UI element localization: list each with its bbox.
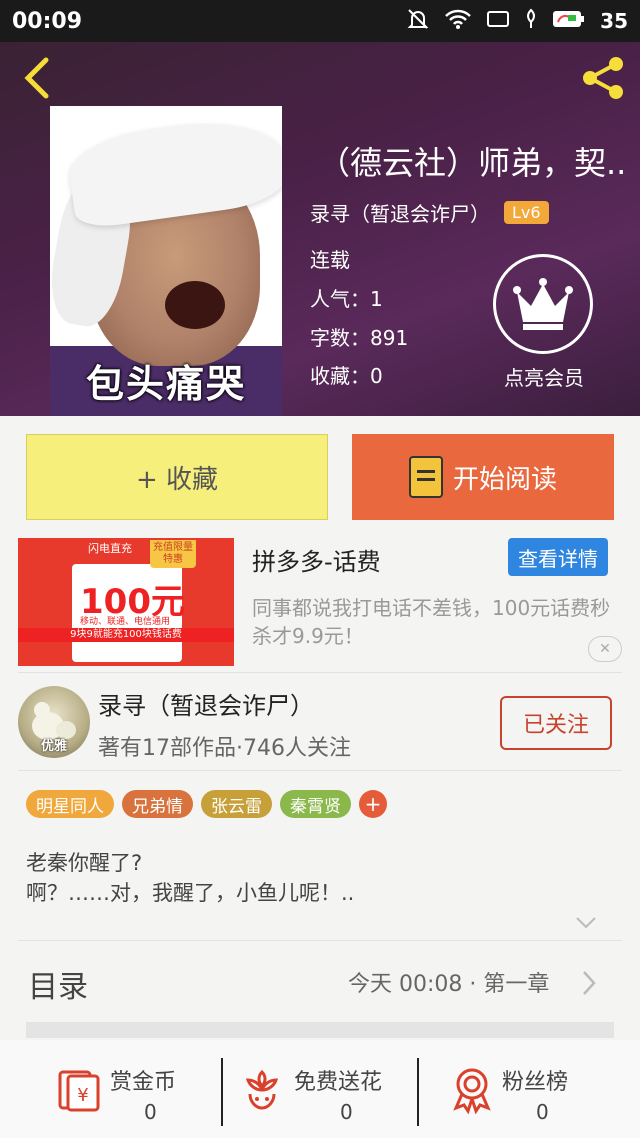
close-icon: ✕ — [599, 641, 611, 657]
status-icons: 35 — [406, 7, 628, 36]
status-bar: 00:09 35 — [0, 0, 640, 42]
toc-open-button[interactable] — [580, 968, 598, 998]
back-button[interactable] — [18, 56, 58, 100]
toc-label[interactable]: 目录 — [28, 962, 88, 1006]
words-label: 字数： — [310, 326, 370, 350]
expand-intro-button[interactable] — [574, 910, 598, 934]
book-cover[interactable]: 包头痛哭 — [50, 106, 282, 416]
vip-label[interactable]: 点亮会员 — [490, 362, 598, 391]
crown-icon — [513, 278, 573, 330]
bottom-separator — [417, 1058, 419, 1126]
book-author[interactable]: 录寻（暂退会诈尸） — [310, 198, 490, 227]
book-title: （德云社）师弟，契.. — [318, 144, 627, 182]
battery-level: 35 — [600, 9, 628, 33]
tag-list: 明星同人 兄弟情 张云雷 秦霄贤 + — [26, 790, 387, 818]
toc-latest-chapter[interactable]: 今天 00:08 · 第一章 — [348, 966, 549, 998]
book-author-line: 录寻（暂退会诈尸） Lv6 — [310, 198, 549, 227]
book-favorites: 收藏：0 — [310, 360, 383, 389]
plus-icon: + — [364, 792, 382, 816]
share-button[interactable] — [578, 54, 630, 102]
send-flower-value: 0 — [340, 1100, 353, 1124]
red-envelope-icon: ¥ — [58, 1070, 100, 1112]
tag-chip[interactable]: 明星同人 — [26, 790, 114, 818]
ad-image-tag: 充值限量特惠 — [150, 540, 196, 568]
send-flower-label: 免费送花 — [294, 1070, 383, 1095]
fans-rank-value: 0 — [536, 1100, 549, 1124]
divider — [18, 770, 622, 771]
cover-caption: 包头痛哭 — [85, 362, 246, 406]
tag-chip[interactable]: 张云雷 — [201, 790, 272, 818]
book-popularity: 人气：1 — [310, 283, 383, 312]
ad-close-button[interactable]: ✕ — [588, 636, 622, 662]
start-reading-label: 开始阅读 — [452, 464, 557, 495]
collect-button[interactable]: + 收藏 — [26, 434, 328, 520]
ad-image[interactable]: 闪电直充 充值限量特惠 100元 移动、联通、电信通用 9块9就能充100块钱话… — [18, 538, 234, 666]
add-tag-button[interactable]: + — [359, 790, 387, 818]
bottom-separator — [221, 1058, 223, 1126]
ad-image-brand: 闪电直充 — [88, 542, 132, 555]
medal-icon — [453, 1068, 491, 1114]
ad-description[interactable]: 同事都说我打电话不差钱，100元话费秒杀才9.9元！ — [252, 594, 622, 650]
tag-chip[interactable]: 兄弟情 — [122, 790, 193, 818]
divider — [18, 672, 622, 673]
favorites-label: 收藏： — [310, 364, 370, 388]
intro-line: 啊？……对，我醒了，小鱼儿呢！.. — [26, 881, 355, 905]
divider — [18, 940, 622, 941]
author-avatar[interactable]: 优雅 — [18, 686, 90, 758]
popularity-label: 人气： — [310, 287, 370, 311]
wifi-icon — [444, 8, 472, 35]
status-time: 00:09 — [12, 8, 83, 34]
book-intro[interactable]: 老秦你醒了? 啊？……对，我醒了，小鱼儿呢！.. — [26, 848, 616, 908]
favorites-value: 0 — [370, 364, 383, 388]
avatar-badge: 优雅 — [40, 739, 67, 754]
battery-icon — [552, 8, 586, 35]
cover-mouth — [165, 281, 225, 329]
intro-line: 老秦你醒了? — [26, 851, 143, 875]
chevron-down-icon — [576, 917, 596, 929]
ad-image-band: 9块9就能充100块钱话费 — [18, 628, 234, 642]
bottom-bar: ¥ 赏金币 0 免费送花 0 粉丝榜 0 — [0, 1040, 640, 1138]
book-status: 连载 — [310, 248, 350, 272]
flower-icon — [245, 1069, 279, 1110]
level-badge: Lv6 — [504, 201, 549, 224]
book-header: 包头痛哭 （德云社）师弟，契.. 录寻（暂退会诈尸） Lv6 连载 人气：1 字… — [0, 42, 640, 416]
section-strip — [26, 1022, 614, 1038]
screen-icon — [486, 9, 510, 34]
reward-value: 0 — [144, 1100, 157, 1124]
tag-chip[interactable]: 秦霄贤 — [280, 790, 351, 818]
fans-rank-label: 粉丝榜 — [502, 1070, 569, 1095]
reward-label: 赏金币 — [110, 1070, 177, 1095]
popularity-value: 1 — [370, 287, 383, 311]
follow-button[interactable]: 已关注 — [500, 696, 612, 750]
words-value: 891 — [370, 326, 409, 350]
signal-icon — [524, 8, 538, 35]
chevron-right-icon — [583, 971, 596, 995]
svg-text:¥: ¥ — [77, 1085, 88, 1106]
chevron-left-icon — [24, 57, 49, 99]
book-icon — [408, 456, 443, 498]
mute-icon — [406, 7, 430, 36]
start-reading-button[interactable]: 开始阅读 — [352, 434, 614, 520]
ad-title[interactable]: 拼多多-话费 — [252, 542, 381, 577]
ad-detail-button[interactable]: 查看详情 — [508, 538, 608, 576]
book-words: 字数：891 — [310, 322, 408, 351]
ad-image-sub: 移动、联通、电信通用 — [80, 617, 171, 627]
author-name[interactable]: 录寻（暂退会诈尸） — [98, 686, 314, 721]
share-icon — [583, 57, 623, 99]
vip-button[interactable] — [493, 254, 593, 354]
author-stats: 著有17部作品·746人关注 — [98, 736, 351, 761]
